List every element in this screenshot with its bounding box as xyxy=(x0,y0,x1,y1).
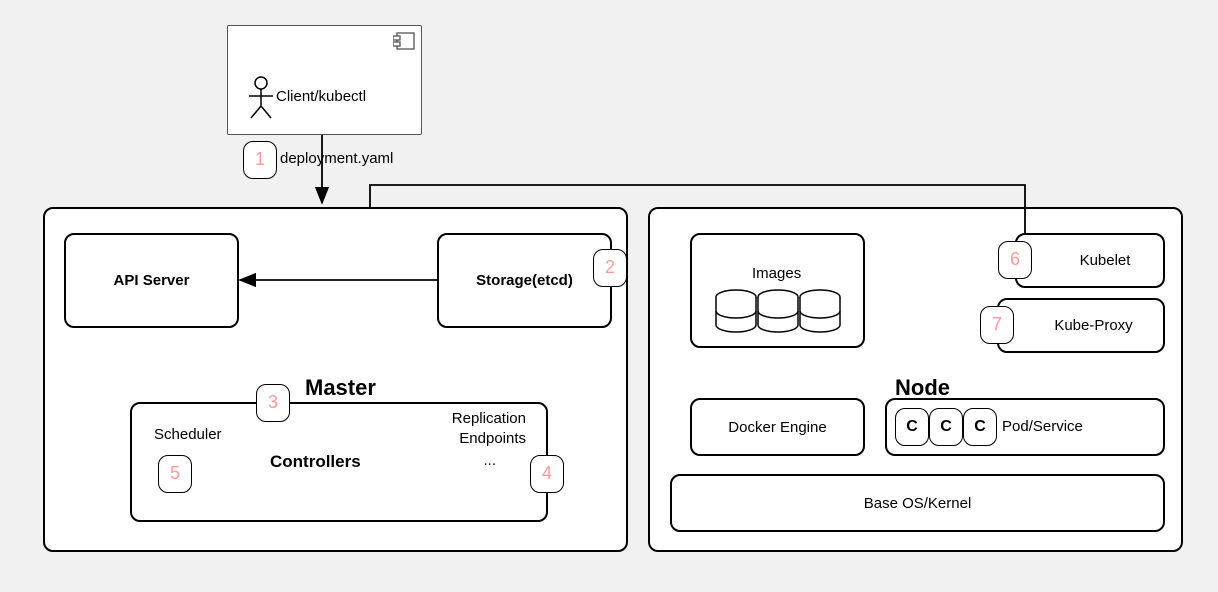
container-c-1: C xyxy=(895,408,929,446)
base-os-box: Base OS/Kernel xyxy=(670,474,1165,532)
kube-proxy-box: Kube-Proxy xyxy=(997,298,1165,353)
api-server-label: API Server xyxy=(114,272,190,289)
ellipsis-label: ... xyxy=(483,452,496,469)
pod-service-label: Pod/Service xyxy=(1002,418,1083,435)
container-c-2: C xyxy=(929,408,963,446)
storage-cylinders-icon xyxy=(714,287,844,337)
client-label: Client/kubectl xyxy=(276,88,366,105)
kubelet-label: Kubelet xyxy=(1050,252,1131,269)
images-box: Images xyxy=(690,233,865,348)
api-server-box: API Server xyxy=(64,233,239,328)
controllers-box: Scheduler Controllers Replication Endpoi… xyxy=(130,402,548,522)
component-icon xyxy=(393,32,415,50)
storage-box: Storage(etcd) xyxy=(437,233,612,328)
master-title: Master xyxy=(305,375,376,401)
container-c-3: C xyxy=(963,408,997,446)
kubelet-box: Kubelet xyxy=(1015,233,1165,288)
actor-icon xyxy=(246,76,276,120)
step-5-badge: 5 xyxy=(158,455,192,493)
deployment-yaml-label: deployment.yaml xyxy=(280,150,393,167)
step-3-badge: 3 xyxy=(256,384,290,422)
endpoints-label: Endpoints xyxy=(459,430,526,447)
images-label: Images xyxy=(752,265,801,282)
docker-engine-label: Docker Engine xyxy=(728,419,826,436)
step-2-badge: 2 xyxy=(593,249,627,287)
step-7-badge: 7 xyxy=(980,306,1014,344)
docker-engine-box: Docker Engine xyxy=(690,398,865,456)
step-6-badge: 6 xyxy=(998,241,1032,279)
step-1-badge: 1 xyxy=(243,141,277,179)
scheduler-label: Scheduler xyxy=(154,426,222,443)
step-4-badge: 4 xyxy=(530,455,564,493)
kube-proxy-label: Kube-Proxy xyxy=(1029,317,1132,334)
base-os-label: Base OS/Kernel xyxy=(864,495,972,512)
controllers-title: Controllers xyxy=(270,452,361,472)
diagram-canvas: Client/kubectl 1 deployment.yaml Master … xyxy=(0,0,1218,592)
client-box: Client/kubectl xyxy=(227,25,422,135)
replication-label: Replication xyxy=(452,410,526,427)
storage-label: Storage(etcd) xyxy=(476,272,573,289)
